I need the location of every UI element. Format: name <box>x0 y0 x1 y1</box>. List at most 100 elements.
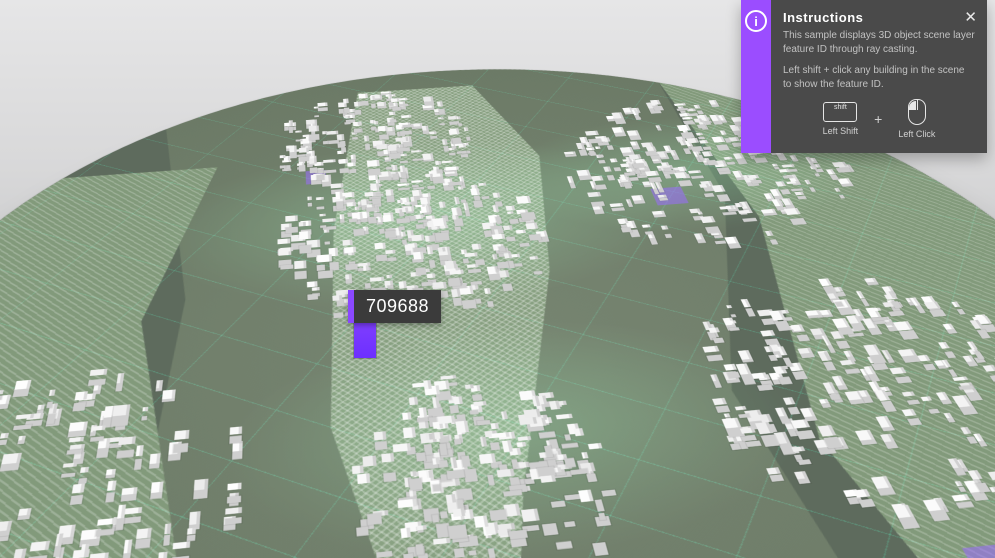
building[interactable] <box>297 205 305 210</box>
building[interactable] <box>969 456 984 466</box>
building[interactable] <box>700 173 713 179</box>
building[interactable] <box>224 497 241 505</box>
building[interactable] <box>422 150 434 157</box>
building[interactable] <box>72 446 83 453</box>
building[interactable] <box>845 385 864 395</box>
building[interactable] <box>433 392 439 396</box>
building[interactable] <box>434 147 441 151</box>
building[interactable] <box>114 494 124 508</box>
building[interactable] <box>411 168 423 171</box>
building[interactable] <box>789 352 804 360</box>
building[interactable] <box>421 119 428 124</box>
building[interactable] <box>369 107 375 111</box>
building[interactable] <box>306 263 316 269</box>
building[interactable] <box>757 367 771 373</box>
building[interactable] <box>814 432 833 440</box>
building[interactable] <box>497 372 515 380</box>
building[interactable] <box>817 345 830 351</box>
building[interactable] <box>17 504 30 512</box>
building[interactable] <box>12 370 30 380</box>
building[interactable] <box>0 511 10 522</box>
building[interactable] <box>627 122 640 128</box>
building[interactable] <box>819 268 833 276</box>
building[interactable] <box>172 415 186 425</box>
building[interactable] <box>537 389 545 395</box>
building[interactable] <box>523 342 542 351</box>
building[interactable] <box>759 402 773 411</box>
building[interactable] <box>353 184 358 187</box>
building[interactable] <box>276 230 289 238</box>
building[interactable] <box>651 206 665 210</box>
building[interactable] <box>798 342 813 348</box>
building[interactable] <box>962 416 973 423</box>
building[interactable] <box>703 335 720 342</box>
building[interactable] <box>686 99 696 102</box>
building[interactable] <box>519 353 536 363</box>
building[interactable] <box>509 240 519 244</box>
building[interactable] <box>347 400 359 409</box>
building[interactable] <box>985 352 995 359</box>
building[interactable] <box>894 309 914 319</box>
building[interactable] <box>809 155 817 159</box>
building[interactable] <box>748 166 760 170</box>
building[interactable] <box>869 336 880 340</box>
building[interactable] <box>369 469 385 475</box>
building[interactable] <box>375 132 388 138</box>
building[interactable] <box>743 169 750 173</box>
building[interactable] <box>708 95 718 100</box>
building[interactable] <box>922 287 939 297</box>
building[interactable] <box>372 195 379 199</box>
building[interactable] <box>454 415 462 423</box>
building[interactable] <box>400 219 405 224</box>
building[interactable] <box>961 372 979 382</box>
building[interactable] <box>434 389 448 397</box>
building[interactable] <box>844 482 861 490</box>
building[interactable] <box>282 140 288 145</box>
building[interactable] <box>876 377 892 388</box>
building[interactable] <box>36 398 44 404</box>
building[interactable] <box>719 196 734 200</box>
building[interactable] <box>435 420 450 427</box>
building[interactable] <box>837 174 852 180</box>
building[interactable] <box>744 400 764 412</box>
building[interactable] <box>437 237 450 246</box>
building[interactable] <box>60 452 75 458</box>
building[interactable] <box>518 358 537 369</box>
building[interactable] <box>757 408 775 420</box>
building[interactable] <box>406 332 415 340</box>
building[interactable] <box>761 205 776 210</box>
building[interactable] <box>556 431 573 437</box>
building[interactable] <box>373 420 386 429</box>
building[interactable] <box>497 488 515 496</box>
building[interactable] <box>463 229 477 234</box>
building[interactable] <box>387 222 402 231</box>
building[interactable] <box>137 548 149 558</box>
building[interactable] <box>867 295 883 299</box>
building[interactable] <box>727 293 733 296</box>
building[interactable] <box>322 142 335 145</box>
building[interactable] <box>679 154 688 158</box>
building[interactable] <box>432 400 442 407</box>
building[interactable] <box>99 403 114 413</box>
building[interactable] <box>713 148 728 154</box>
building[interactable] <box>698 198 704 201</box>
building[interactable] <box>424 423 431 430</box>
building[interactable] <box>552 410 563 416</box>
building[interactable] <box>551 351 568 356</box>
building[interactable] <box>463 110 468 114</box>
building[interactable] <box>609 196 623 200</box>
building[interactable] <box>880 427 895 435</box>
building[interactable] <box>338 208 343 213</box>
building[interactable] <box>529 369 547 378</box>
building[interactable] <box>478 161 486 164</box>
building[interactable] <box>487 417 496 425</box>
building[interactable] <box>500 356 507 364</box>
building[interactable] <box>406 432 414 442</box>
building[interactable] <box>701 200 717 207</box>
building[interactable] <box>88 420 96 428</box>
building[interactable] <box>465 518 473 524</box>
building[interactable] <box>575 377 586 385</box>
building[interactable] <box>974 427 985 435</box>
building[interactable] <box>769 339 783 347</box>
scene-viewport[interactable]: 709688 i ✕ Instructions This sample disp… <box>0 0 995 558</box>
